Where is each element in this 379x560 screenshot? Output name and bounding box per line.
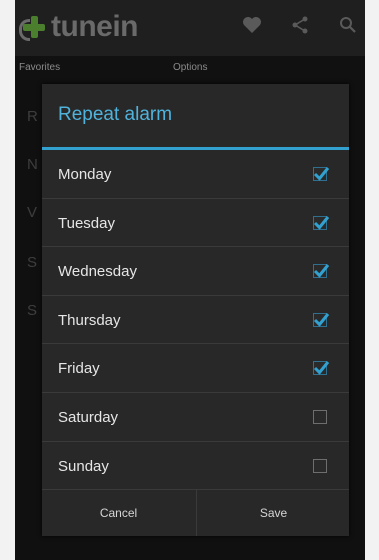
friday-checkbox[interactable] — [313, 361, 330, 376]
day-row-thursday[interactable]: Thursday — [42, 296, 349, 345]
checkmark-icon — [313, 361, 330, 376]
day-row-wednesday[interactable]: Wednesday — [42, 247, 349, 296]
day-label: Friday — [58, 360, 100, 378]
day-row-friday[interactable]: Friday — [42, 344, 349, 393]
checkmark-icon — [313, 312, 330, 327]
app-name: tunein — [51, 10, 139, 43]
day-label: Saturday — [58, 408, 119, 426]
thursday-checkbox[interactable] — [313, 312, 330, 327]
search-icon[interactable] — [337, 14, 359, 36]
day-label: Monday — [58, 166, 112, 183]
day-label: Sunday — [58, 457, 109, 475]
day-row-tuesday[interactable]: Tuesday — [42, 199, 349, 248]
app-bar: tunein — [15, 0, 365, 56]
tunein-logo-icon — [19, 12, 49, 42]
repeat-alarm-dialog: Repeat alarm Monday Tuesday Wednesday Th… — [42, 84, 349, 536]
day-label: Wednesday — [58, 263, 137, 281]
app-bar-actions — [241, 14, 359, 36]
day-row-monday[interactable]: Monday — [42, 150, 349, 199]
checkmark-icon — [313, 264, 330, 278]
day-row-saturday[interactable]: Saturday — [42, 393, 349, 442]
wednesday-checkbox[interactable] — [313, 264, 330, 279]
day-list: Monday Tuesday Wednesday Thursday Friday… — [42, 150, 349, 491]
heart-icon[interactable] — [241, 14, 263, 36]
share-icon[interactable] — [289, 14, 311, 36]
tab-options[interactable]: Options — [173, 62, 207, 73]
day-label: Tuesday — [58, 214, 115, 232]
tab-favorites[interactable]: Favorites — [19, 62, 60, 73]
sunday-checkbox[interactable] — [313, 458, 327, 473]
day-label: Thursday — [58, 311, 121, 329]
dialog-title: Repeat alarm — [58, 104, 173, 125]
checkmark-icon — [313, 167, 330, 181]
monday-checkbox[interactable] — [313, 167, 330, 181]
phone-screen: tunein Favorites Options R N V S S Repea… — [15, 0, 365, 560]
day-row-sunday[interactable]: Sunday — [42, 442, 349, 491]
saturday-checkbox[interactable] — [313, 409, 327, 424]
cancel-button[interactable]: Cancel — [42, 490, 195, 536]
app-logo: tunein — [19, 10, 139, 44]
dialog-buttons: Cancel Save — [42, 489, 349, 536]
save-button[interactable]: Save — [196, 490, 350, 536]
checkmark-icon — [313, 215, 330, 230]
tuesday-checkbox[interactable] — [313, 215, 330, 230]
tab-bar: Favorites Options — [15, 56, 365, 80]
